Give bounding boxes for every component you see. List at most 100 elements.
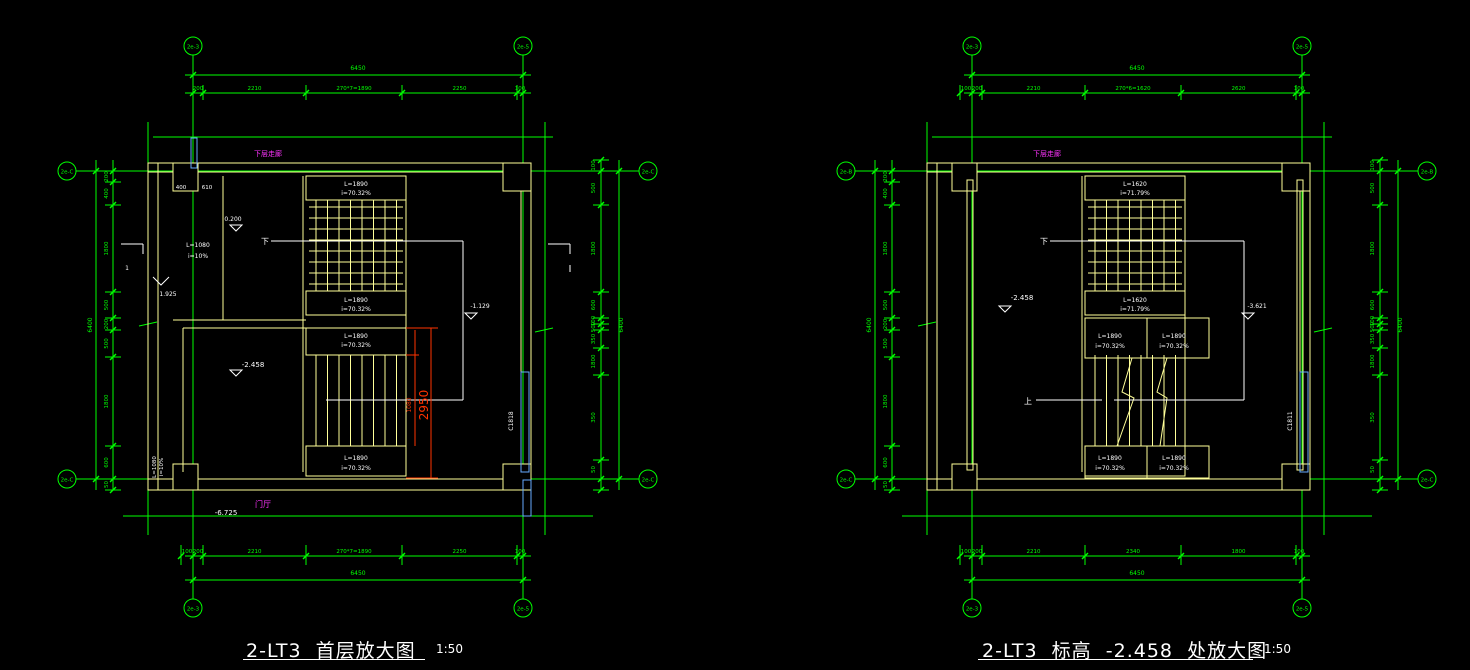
level-mark: -2.458: [242, 361, 265, 369]
axis-bubble-label: 2e-C: [61, 478, 74, 484]
dim-right-segment: 100: [1370, 160, 1376, 171]
flight-slope: i=70.32%: [341, 306, 371, 313]
level-mark: -6.725: [215, 509, 238, 517]
flight-length: L=1890: [1098, 455, 1122, 462]
dim-top-segment: 100: [1294, 86, 1305, 92]
title-underline: [978, 659, 1253, 660]
dim-right-segment: 1800: [1370, 354, 1376, 368]
flight-length: L=1620: [1123, 181, 1147, 188]
dim-bottom-segment: 100: [961, 549, 972, 555]
dim-left-segment: 600: [883, 457, 889, 468]
dim-right-segment: 350: [1370, 333, 1376, 344]
dim-right-segment: 1800: [1370, 241, 1376, 255]
dim-left-segment: 1800: [883, 241, 889, 255]
label-corridor: 下层走廊: [254, 149, 282, 158]
dim-bottom-segment: 2210: [248, 549, 262, 555]
dim-right-segment: 500: [591, 321, 597, 332]
flight-length: L=1890: [1162, 333, 1186, 340]
level-mark: -3.621: [1247, 303, 1267, 310]
flight-length: L=1890: [344, 297, 368, 304]
dim-top-segment: 2210: [1027, 86, 1041, 92]
axis-bubble-label: 2e-B: [1421, 170, 1434, 176]
dim-left-segment: 50: [883, 481, 889, 488]
dim-right-segment: 600: [591, 299, 597, 310]
dim-left-segment: 200: [883, 171, 889, 182]
dim-left-segment: 1800: [104, 394, 110, 408]
ramp-slope: i=10%: [159, 458, 165, 476]
dim-left-segment: 500: [883, 338, 889, 349]
dim-right-segment: 50: [591, 466, 597, 473]
flight-length: L=1890: [344, 333, 368, 340]
dim-right-segment: 500: [1370, 182, 1376, 193]
dim-top-overall: 6450: [350, 65, 365, 72]
misc-label: 1: [125, 265, 129, 272]
flight-length: L=1890: [344, 181, 368, 188]
axis-bubble-label: 2e-C: [840, 478, 853, 484]
misc-dim: 610: [202, 185, 213, 191]
dim-left-segment: 600: [104, 457, 110, 468]
axis-bubble-label: 2e-3: [187, 607, 200, 613]
flight-slope: i=70.32%: [341, 190, 371, 197]
dim-right-segment: 100: [591, 160, 597, 171]
dim-top-segment: 100: [961, 86, 972, 92]
axis-bubble-label: 2e-C: [1421, 478, 1434, 484]
column: [502, 162, 532, 192]
dim-top-segment: 200: [193, 86, 204, 92]
axis-bubble-label: 2e-5: [517, 607, 530, 613]
dim-bottom-overall: 6450: [1129, 570, 1144, 577]
cad-drawing-canvas: 2e-3 2e-5 2e-3 2e-5 2e-C 2e-C 2e-C 2e-C 6450 200 2…: [0, 0, 1470, 670]
red-dim-sub: 1080: [406, 397, 413, 412]
drawing-scale-level-minus-2458: 1:50: [1264, 642, 1291, 656]
dim-right-segment: 1800: [591, 354, 597, 368]
dim-left-segment: 200: [104, 171, 110, 182]
flight-slope: i=70.32%: [341, 342, 371, 349]
axis-bubble-label: 2e-3: [966, 607, 979, 613]
dim-bottom-segment: 100: [182, 549, 193, 555]
dim-left-segment: 500: [883, 299, 889, 310]
dim-right-overall: 6400: [618, 317, 625, 332]
column: [502, 463, 532, 491]
door-label: C1811: [1287, 411, 1294, 431]
dim-bottom-segment: 100: [1294, 549, 1305, 555]
level-mark: 1.925: [159, 291, 176, 298]
flight-length: L=1890: [1098, 333, 1122, 340]
axis-bubble-label: 2e-5: [1296, 607, 1309, 613]
dim-bottom-segment: 1800: [1232, 549, 1246, 555]
dim-top-segment: 100: [515, 86, 526, 92]
dim-right-segment: 50: [1370, 466, 1376, 473]
dim-top-overall: 6450: [1129, 65, 1144, 72]
axis-bubble-label: 2e-C: [642, 478, 655, 484]
dim-top-segment: 2250: [453, 86, 467, 92]
flight-length: L=1890: [344, 455, 368, 462]
dim-top-segment: 2620: [1232, 86, 1246, 92]
label-up: 上: [1024, 397, 1032, 406]
axis-bubble-label: 2e-C: [642, 170, 655, 176]
axis-bubble-label: 2e-C: [61, 170, 74, 176]
flight-slope: i=70.32%: [1095, 465, 1125, 472]
dim-bottom-segment: 100: [515, 549, 526, 555]
ramp-slope: i=10%: [188, 253, 208, 260]
dim-left-segment: 200: [104, 318, 110, 329]
dim-right-segment: 350: [591, 412, 597, 423]
dim-bottom-segment: 200: [193, 549, 204, 555]
axis-bubble-label: 2e-B: [840, 170, 853, 176]
dim-right-overall: 6400: [1397, 317, 1404, 332]
dim-bottom-overall: 6450: [350, 570, 365, 577]
dim-right-segment: 350: [1370, 412, 1376, 423]
dim-bottom-segment: 2210: [1027, 549, 1041, 555]
axis-bubble-label: 2e-5: [1296, 45, 1309, 51]
flight-length: L=1890: [1162, 455, 1186, 462]
axis-bubble-label: 2e-5: [517, 45, 530, 51]
label-down: 下: [1040, 237, 1048, 246]
dim-top-segment: 200: [972, 86, 983, 92]
dim-top-segment: 270*7=1890: [336, 86, 372, 92]
column: [1281, 463, 1311, 491]
dim-left-overall: 6400: [87, 317, 94, 332]
dim-top-segment: 2210: [248, 86, 262, 92]
column: [1281, 162, 1311, 192]
dim-bottom-segment: 2250: [453, 549, 467, 555]
dim-bottom-segment: 2340: [1126, 549, 1140, 555]
dim-left-segment: 1800: [883, 394, 889, 408]
dim-right-segment: 600: [1370, 299, 1376, 310]
dim-left-segment: 200: [883, 318, 889, 329]
